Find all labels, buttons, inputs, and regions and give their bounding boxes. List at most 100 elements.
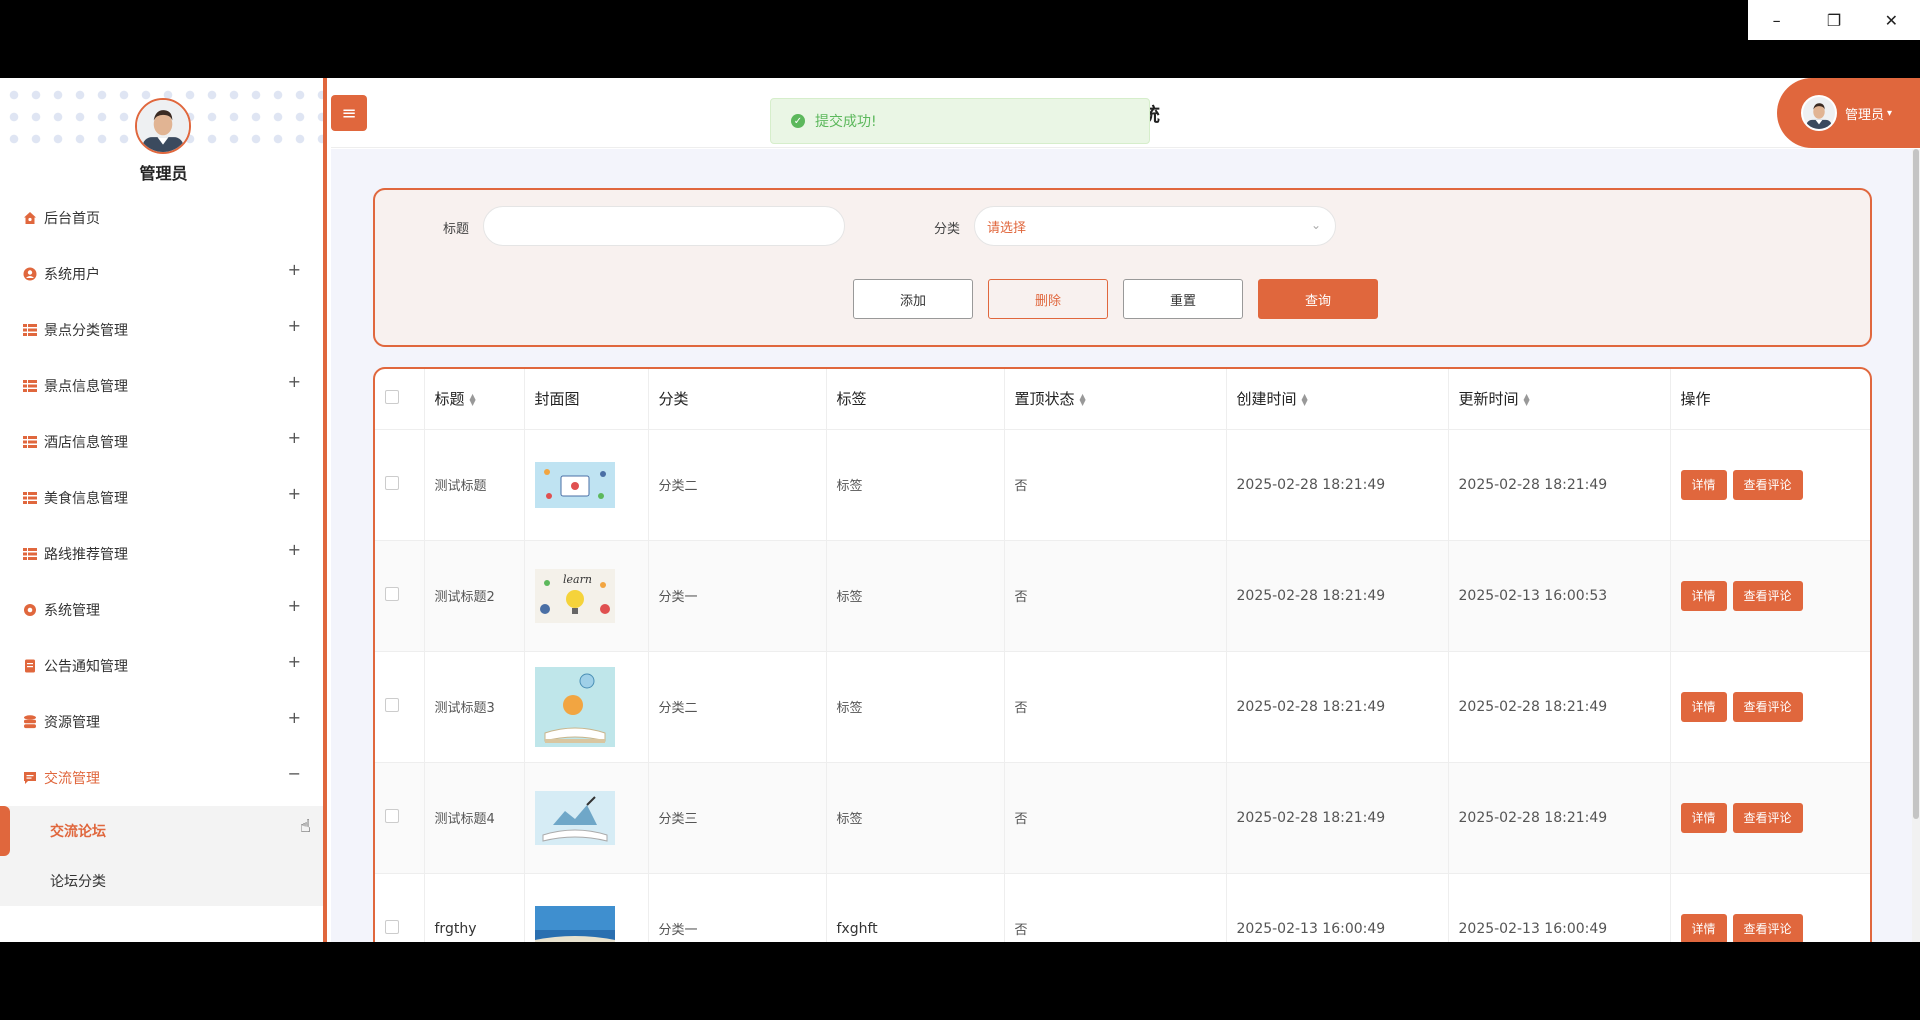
plus-icon: + — [287, 316, 301, 335]
pointer-cursor-icon: ☝ — [300, 816, 311, 837]
reset-button[interactable]: 重置 — [1123, 279, 1243, 319]
sort-icon[interactable]: ▲ ▼ — [1524, 392, 1530, 406]
sidebar-item-label: 系统用户 — [44, 267, 100, 283]
cell-created: 2025-02-28 18:21:49 — [1226, 429, 1449, 541]
detail-button[interactable]: 详情 — [1680, 691, 1727, 722]
data-table-panel: 标题 ▲ ▼ 封面图 分类 标签 置顶状态 ▲ ▼ 创建时间 ▲ ▼ 更新时间 ▲ ▼ 操作 测… — [373, 367, 1872, 942]
plus-icon: + — [287, 484, 301, 503]
sidebar-item-scenic-category[interactable]: 景点分类管理 + — [0, 302, 323, 358]
cell-title: 测试标题4 — [424, 762, 525, 874]
category-select[interactable]: 请选择 ⌄ — [974, 206, 1336, 246]
sidebar-item-label: 后台首页 — [44, 211, 100, 227]
sidebar-subitem-forum-category[interactable]: 论坛分类 — [0, 856, 323, 906]
vertical-scrollbar[interactable] — [1912, 149, 1920, 942]
sidebar-item-route-recommend[interactable]: 路线推荐管理 + — [0, 526, 323, 582]
search-panel: 标题 分类 请选择 ⌄ 添加 删除 重置 查询 — [373, 188, 1872, 347]
sidebar-item-system-users[interactable]: 系统用户 + — [0, 246, 323, 302]
sidebar-item-label: 系统管理 — [44, 603, 100, 619]
column-header-top-status[interactable]: 置顶状态 ▲ ▼ — [1004, 369, 1227, 430]
column-header-label: 标题 — [434, 390, 465, 409]
row-checkbox[interactable] — [385, 697, 399, 712]
cell-actions: 详情 查看评论 — [1670, 540, 1870, 652]
column-header-label: 创建时间 — [1236, 390, 1297, 409]
home-icon — [22, 210, 38, 226]
cell-created: 2025-02-28 18:21:49 — [1226, 651, 1449, 763]
screen-bottom-bar — [0, 942, 1920, 1020]
delete-button[interactable]: 删除 — [988, 279, 1108, 319]
close-button[interactable]: ✕ — [1863, 0, 1920, 40]
sidebar-item-scenic-info[interactable]: 景点信息管理 + — [0, 358, 323, 414]
detail-button[interactable]: 详情 — [1680, 802, 1727, 833]
cell-tag: 标签 — [826, 429, 1005, 541]
plus-icon: + — [287, 652, 301, 671]
grid-icon — [22, 546, 38, 562]
cell-cover — [524, 873, 649, 942]
view-comments-button[interactable]: 查看评论 — [1732, 469, 1803, 500]
sidebar-item-food-info[interactable]: 美食信息管理 + — [0, 470, 323, 526]
plus-icon: + — [287, 540, 301, 559]
sidebar-item-hotel-info[interactable]: 酒店信息管理 + — [0, 414, 323, 470]
cell-updated: 2025-02-28 18:21:49 — [1448, 429, 1671, 541]
view-comments-button[interactable]: 查看评论 — [1732, 580, 1803, 611]
cell-category: 分类三 — [648, 762, 827, 874]
sidebar-item-exchange[interactable]: 交流管理 − — [0, 750, 323, 806]
sort-icon[interactable]: ▲ ▼ — [470, 392, 476, 406]
cover-image — [534, 905, 615, 942]
view-comments-button[interactable]: 查看评论 — [1732, 802, 1803, 833]
restore-button[interactable]: ❐ — [1805, 0, 1862, 40]
view-comments-button[interactable]: 查看评论 — [1732, 913, 1803, 942]
column-header-created[interactable]: 创建时间 ▲ ▼ — [1226, 369, 1449, 430]
gear-icon — [22, 602, 38, 618]
scrollbar-thumb[interactable] — [1913, 149, 1919, 819]
title-search-input[interactable] — [483, 206, 845, 246]
detail-button[interactable]: 详情 — [1680, 469, 1727, 500]
minimize-button[interactable]: – — [1748, 0, 1805, 40]
sidebar-item-system-manage[interactable]: 系统管理 + — [0, 582, 323, 638]
detail-button[interactable]: 详情 — [1680, 580, 1727, 611]
sort-icon[interactable]: ▲ ▼ — [1080, 392, 1086, 406]
add-button[interactable]: 添加 — [853, 279, 973, 319]
sidebar-menu: 后台首页 系统用户 + 景点分类管理 + 景点信息管理 + 酒店信息管理 + 美… — [0, 190, 323, 906]
cell-created: 2025-02-28 18:21:49 — [1226, 540, 1449, 652]
row-checkbox[interactable] — [385, 919, 399, 934]
query-button[interactable]: 查询 — [1258, 279, 1378, 319]
cell-updated: 2025-02-13 16:00:49 — [1448, 873, 1671, 942]
cell-cover — [524, 429, 649, 541]
sidebar-item-label: 景点信息管理 — [44, 379, 128, 395]
sort-icon[interactable]: ▲ ▼ — [1302, 392, 1308, 406]
column-header-updated[interactable]: 更新时间 ▲ ▼ — [1448, 369, 1671, 430]
cell-tag: 标签 — [826, 651, 1005, 763]
sidebar-item-resources[interactable]: 资源管理 + — [0, 694, 323, 750]
menu-toggle-button[interactable]: ≡ — [331, 95, 367, 131]
user-menu[interactable]: 管理员 ▾ — [1777, 78, 1920, 148]
cell-created: 2025-02-13 16:00:49 — [1226, 873, 1449, 942]
sidebar-subitem-forum[interactable]: 交流论坛 ☝ — [0, 806, 323, 856]
cell-updated: 2025-02-28 18:21:49 — [1448, 762, 1671, 874]
category-select-placeholder: 请选择 — [987, 220, 1027, 236]
detail-button[interactable]: 详情 — [1680, 913, 1727, 942]
view-comments-button[interactable]: 查看评论 — [1732, 691, 1803, 722]
row-checkbox[interactable] — [385, 808, 399, 823]
cell-title: 测试标题3 — [424, 651, 525, 763]
cell-actions: 详情 查看评论 — [1670, 429, 1870, 541]
select-all-cell — [375, 369, 425, 430]
cell-top-status: 否 — [1004, 429, 1227, 541]
cell-top-status: 否 — [1004, 651, 1227, 763]
chevron-down-icon: ▾ — [1887, 107, 1893, 119]
plus-icon: + — [287, 596, 301, 615]
sidebar-item-home[interactable]: 后台首页 — [0, 190, 323, 246]
avatar-image — [137, 100, 189, 152]
plus-icon: + — [287, 260, 301, 279]
data-table: 标题 ▲ ▼ 封面图 分类 标签 置顶状态 ▲ ▼ 创建时间 ▲ ▼ 更新时间 ▲ ▼ 操作 测… — [375, 369, 1870, 942]
top-header: ≡ 统 ✓ 提交成功! 管理员 ▾ — [331, 78, 1920, 148]
column-header-title[interactable]: 标题 ▲ ▼ — [424, 369, 525, 430]
sidebar-subitem-label: 论坛分类 — [50, 874, 106, 890]
sidebar-item-label: 景点分类管理 — [44, 323, 128, 339]
row-checkbox[interactable] — [385, 586, 399, 601]
plus-icon: + — [287, 372, 301, 391]
sidebar-item-label: 美食信息管理 — [44, 491, 128, 507]
select-all-checkbox[interactable] — [385, 389, 399, 404]
cell-category: 分类一 — [648, 873, 827, 942]
row-checkbox[interactable] — [385, 475, 399, 490]
sidebar-item-notice[interactable]: 公告通知管理 + — [0, 638, 323, 694]
